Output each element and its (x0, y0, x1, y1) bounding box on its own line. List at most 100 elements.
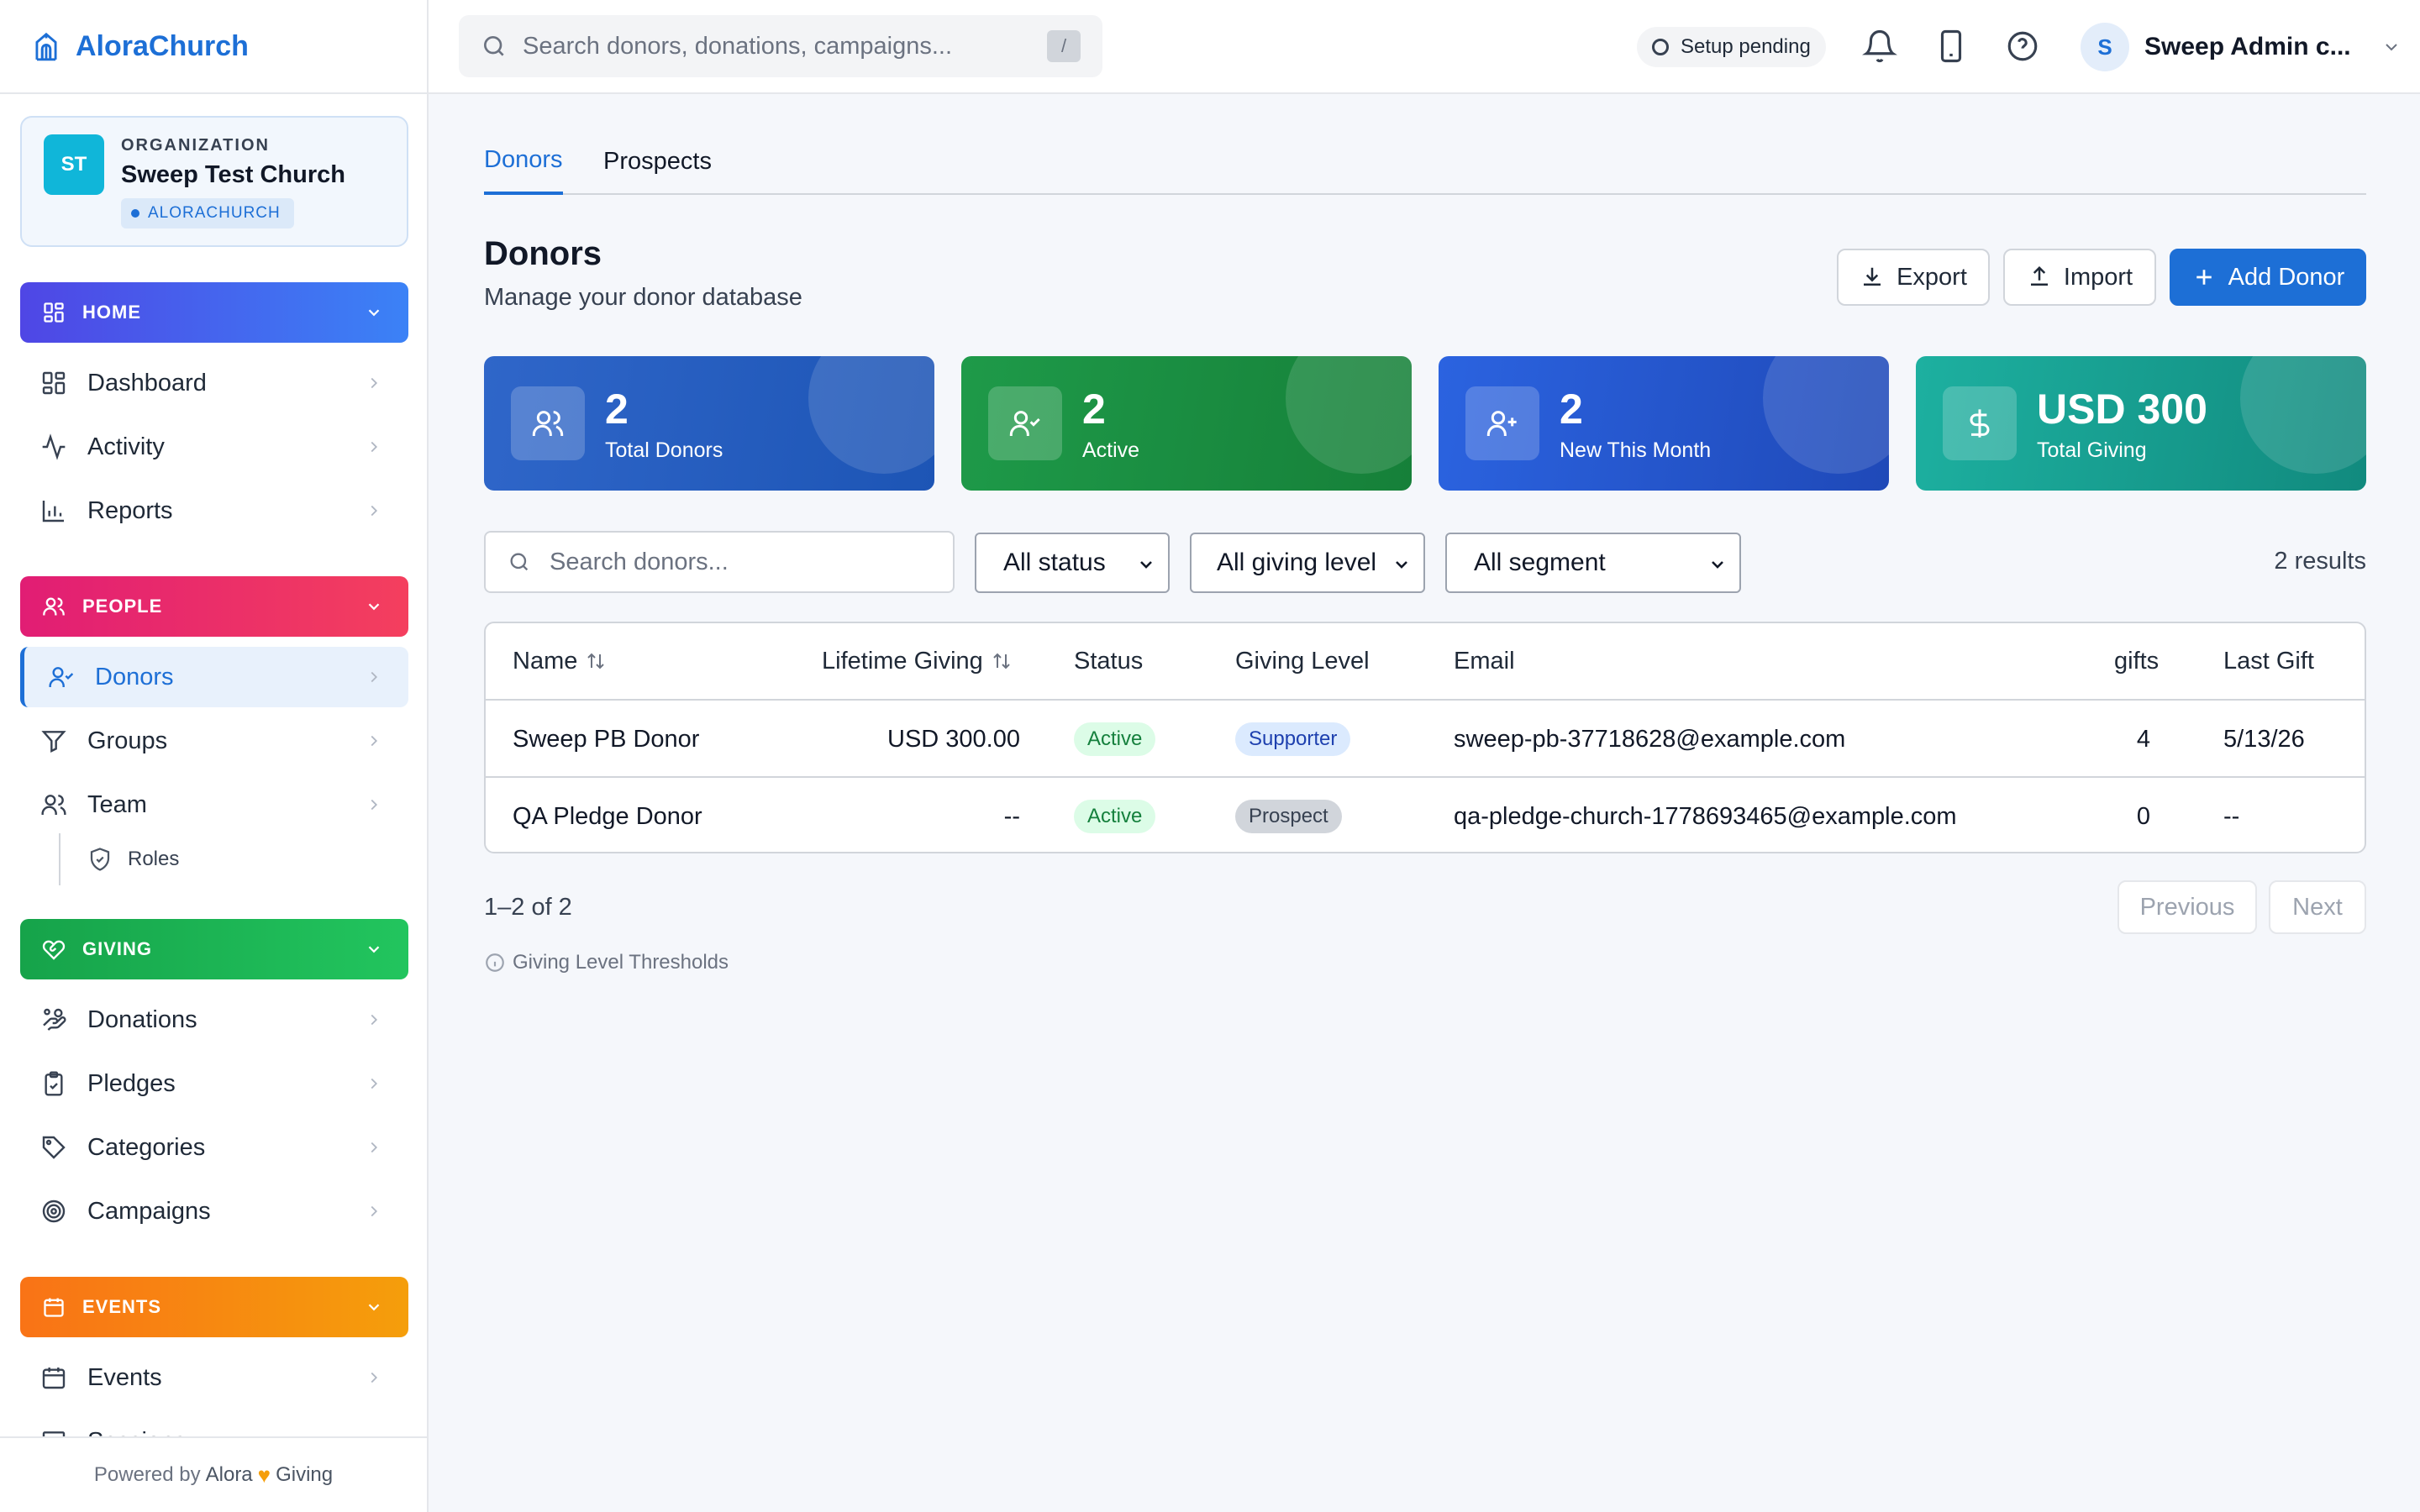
stat-icon-container (988, 386, 1062, 460)
church-logo-icon (35, 32, 57, 61)
user-menu[interactable]: S Sweep Admin c... (2081, 22, 2402, 72)
results-count: 2 results (2274, 548, 2366, 575)
chevron-right-icon (371, 1078, 378, 1089)
chevron-down-icon (1712, 561, 1723, 569)
chevron-down-icon (368, 1304, 380, 1311)
sidebar-item-label: Team (87, 790, 147, 818)
email-link[interactable]: qa-pledge-church-1778693465@example.com (1454, 778, 1957, 852)
sidebar-item-dashboard[interactable]: Dashboard (20, 353, 408, 413)
chevron-down-icon (1396, 561, 1407, 569)
previous-page-button[interactable]: Previous (2118, 880, 2257, 934)
add-donor-button-label: Add Donor (2228, 263, 2345, 291)
global-search-input[interactable] (523, 32, 1027, 60)
sidebar-item-pledges[interactable]: Pledges (20, 1053, 408, 1114)
sidebar-item-label: Activity (87, 433, 165, 460)
sidebar-item-donors[interactable]: Donors (20, 647, 408, 707)
topbar: / Setup pending S Sweep Admin c... (429, 0, 2420, 94)
table-row[interactable]: Sweep PB Donor USD 300.00 Active Support… (486, 699, 2365, 778)
sidebar-item-categories[interactable]: Categories (20, 1117, 408, 1178)
decorative-circle (1763, 356, 1889, 474)
section-home[interactable]: HOME (20, 282, 408, 343)
mobile-device-icon[interactable] (1933, 29, 1969, 64)
tab-donors[interactable]: Donors (484, 128, 563, 195)
stat-value: USD 300 (2037, 386, 2207, 433)
section-giving-label: GIVING (82, 938, 153, 959)
chevron-down-icon (368, 603, 380, 611)
sidebar-item-groups[interactable]: Groups (20, 711, 408, 771)
giving-level-thresholds-link[interactable]: Giving Level Thresholds (484, 951, 729, 974)
bell-icon[interactable] (1862, 29, 1897, 64)
page-subtitle: Manage your donor database (484, 284, 802, 311)
user-check-icon (1009, 411, 1040, 436)
page-title: Donors (484, 235, 602, 272)
sidebar-subitem-roles[interactable]: Roles (87, 832, 179, 887)
calendar-icon (42, 1368, 66, 1389)
stat-value: 2 (1082, 386, 1106, 433)
column-header-label: Lifetime Giving (822, 647, 983, 675)
help-circle-icon[interactable] (2005, 29, 2040, 64)
sidebar-item-donations[interactable]: Donations (20, 990, 408, 1050)
status-filter-select[interactable]: All status (975, 533, 1170, 593)
global-search[interactable]: / (459, 15, 1102, 77)
user-check-icon (49, 667, 74, 687)
giving-level-filter-select[interactable]: All giving level (1190, 533, 1425, 593)
table-row[interactable]: QA Pledge Donor -- Active Prospect qa-pl… (486, 776, 2365, 852)
stat-card-total-donors: 2 Total Donors (484, 356, 934, 491)
email-link[interactable]: sweep-pb-37718628@example.com (1454, 701, 1845, 778)
user-name: Sweep Admin c... (2144, 33, 2351, 60)
cell-lifetime-giving: -- (1003, 802, 1020, 830)
plus-icon (2196, 270, 2212, 285)
stat-icon-container (1465, 386, 1539, 460)
column-header-email: Email (1454, 647, 1515, 675)
dollar-icon (1970, 409, 1990, 438)
subnav-divider (59, 833, 60, 885)
donor-search-input[interactable] (550, 548, 936, 576)
chevron-right-icon (371, 735, 378, 747)
next-page-button[interactable]: Next (2269, 880, 2366, 934)
column-header-name[interactable]: Name (513, 623, 606, 699)
search-shortcut-hint: / (1047, 30, 1081, 62)
setup-status-pill[interactable]: Setup pending (1637, 27, 1826, 67)
setup-status-label: Setup pending (1681, 35, 1811, 58)
users-icon (43, 597, 65, 616)
add-donor-button[interactable]: Add Donor (2170, 249, 2366, 306)
sidebar-subitem-label: Roles (128, 848, 180, 870)
search-icon (484, 36, 504, 56)
segment-filter-select[interactable]: All segment (1445, 533, 1741, 593)
export-button-label: Export (1897, 263, 1967, 291)
chevron-right-icon (371, 1372, 378, 1383)
column-header-status: Status (1074, 647, 1144, 675)
column-header-lifetime-giving[interactable]: Lifetime Giving (822, 623, 1012, 699)
export-button[interactable]: Export (1837, 249, 1990, 306)
chevron-down-icon (2386, 44, 2397, 51)
circle-icon (1652, 39, 1669, 55)
organization-kicker: ORGANIZATION (121, 136, 270, 155)
info-icon (486, 953, 504, 972)
section-people[interactable]: PEOPLE (20, 576, 408, 637)
brand-header[interactable]: AloraChurch (0, 0, 427, 94)
import-button-label: Import (2063, 263, 2133, 291)
section-events[interactable]: EVENTS (20, 1277, 408, 1337)
dashboard-icon (44, 302, 64, 323)
sidebar-item-events[interactable]: Events (20, 1347, 408, 1408)
organization-card[interactable]: ST ORGANIZATION Sweep Test Church ALORAC… (20, 116, 408, 247)
cell-giving-level: Supporter (1235, 701, 1351, 778)
tab-prospects[interactable]: Prospects (603, 128, 712, 195)
column-header-last-gift: Last Gift (2223, 647, 2314, 675)
section-giving[interactable]: GIVING (20, 919, 408, 979)
cell-status: Active (1074, 701, 1156, 778)
organization-tag-label: ALORACHURCH (148, 204, 281, 222)
chevron-right-icon (371, 671, 378, 683)
stat-label: Total Donors (605, 438, 723, 462)
sidebar-item-activity[interactable]: Activity (20, 417, 408, 477)
sidebar-item-team[interactable]: Team (20, 774, 408, 835)
giving-level-filter-value: All giving level (1217, 549, 1377, 576)
column-header-gifts: gifts (2114, 647, 2160, 675)
donor-search[interactable] (484, 531, 955, 593)
sidebar-item-reports[interactable]: Reports (20, 480, 408, 541)
stat-label: Total Giving (2037, 438, 2147, 462)
sidebar-item-label: Campaigns (87, 1197, 211, 1225)
import-button[interactable]: Import (2003, 249, 2156, 306)
chevron-down-icon (368, 309, 380, 317)
sidebar-item-campaigns[interactable]: Campaigns (20, 1181, 408, 1242)
